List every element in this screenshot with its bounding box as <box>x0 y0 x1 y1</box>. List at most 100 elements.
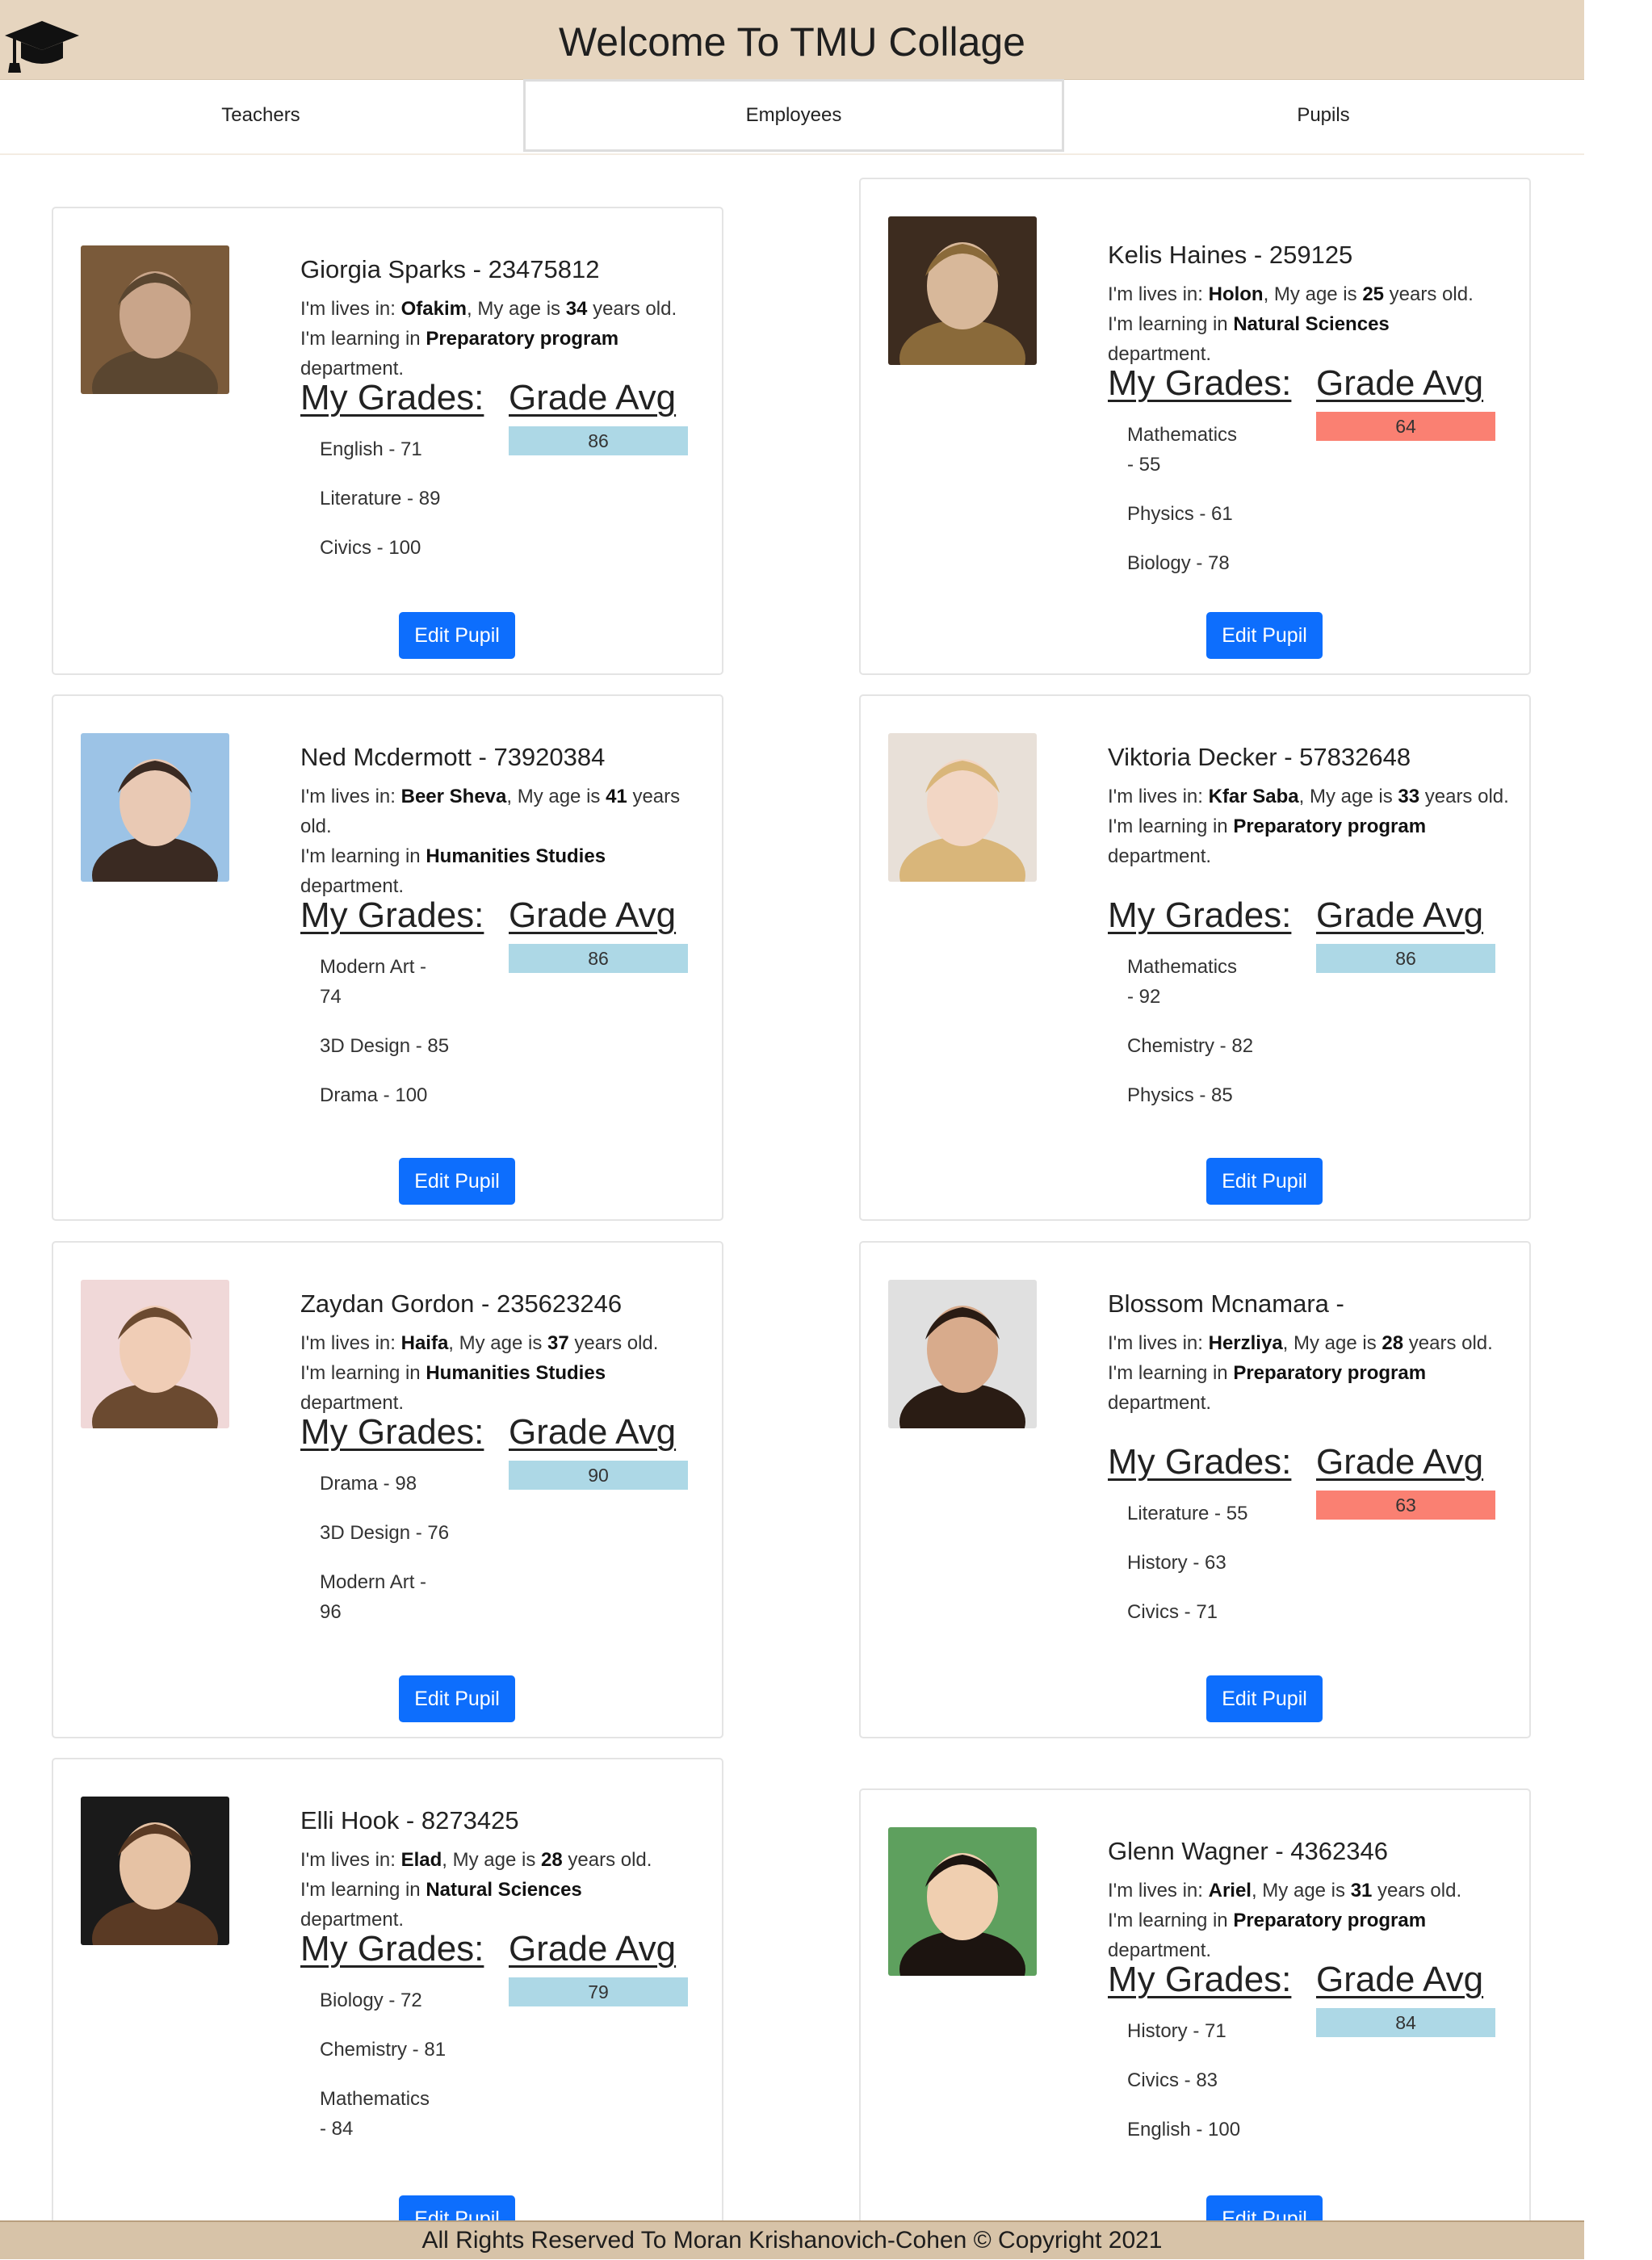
my-grades-heading: My Grades: <box>1108 363 1292 403</box>
pupil-info: Viktoria Decker - 57832648 I'm lives in: … <box>1108 696 1513 1222</box>
grade-item: Civics - 83 <box>1127 2069 1218 2091</box>
pupil-department: Preparatory program <box>1233 1362 1427 1384</box>
grade-item: Mathematics - 84 <box>320 2088 430 2140</box>
pupil-details: I'm lives in: Ariel, My age is 31 years … <box>1108 1880 1462 1961</box>
grade-item: 3D Design - 85 <box>320 1035 450 1057</box>
pupil-age: 37 <box>547 1332 569 1354</box>
pupil-photo <box>81 1280 229 1428</box>
pupil-card: Giorgia Sparks - 23475812 I'm lives in: O… <box>52 207 723 675</box>
pupil-age: 34 <box>565 298 588 320</box>
my-grades-heading: My Grades: <box>1108 895 1292 935</box>
pupil-city: Herzliya <box>1208 1332 1283 1354</box>
grade-item: Chemistry - 82 <box>1127 1035 1254 1057</box>
grade-avg-badge: 79 <box>509 1977 688 2006</box>
grade-avg-badge: 64 <box>1316 412 1495 441</box>
pupil-photo <box>888 216 1037 365</box>
pupil-info: Zaydan Gordon - 235623246 I'm lives in: H… <box>300 1243 706 1740</box>
grade-item: Physics - 61 <box>1127 503 1233 525</box>
grade-avg-heading: Grade Avg <box>1316 895 1484 935</box>
pupil-city: Ofakim <box>400 298 467 320</box>
grade-item: English - 71 <box>320 438 422 460</box>
pupil-photo <box>888 1827 1037 1976</box>
pupil-name: Elli Hook - 8273425 <box>300 1806 519 1834</box>
edit-pupil-button[interactable]: Edit Pupil <box>1206 612 1323 659</box>
page-title: Welcome To TMU Collage <box>558 19 1025 65</box>
nav-tabs: Teachers Employees Pupils <box>0 79 1584 155</box>
grade-avg-badge: 86 <box>509 944 688 973</box>
grade-item: History - 63 <box>1127 1552 1226 1574</box>
grade-item: Drama - 98 <box>320 1473 417 1495</box>
pupil-department: Preparatory program <box>426 328 619 350</box>
pupil-department: Preparatory program <box>1233 1910 1427 1931</box>
pupil-name: Zaydan Gordon - 235623246 <box>300 1289 623 1318</box>
grade-item: English - 100 <box>1127 2119 1241 2141</box>
my-grades-heading: My Grades: <box>300 1929 484 1969</box>
grade-avg-heading: Grade Avg <box>509 895 677 935</box>
grade-item: Modern Art - 96 <box>320 1571 427 1623</box>
pupil-city: Elad <box>400 1849 442 1871</box>
edit-pupil-button[interactable]: Edit Pupil <box>399 1158 515 1205</box>
pupil-city: Beer Sheva <box>400 786 507 807</box>
grade-item: Civics - 100 <box>320 537 421 559</box>
grade-item: Modern Art - 74 <box>320 956 427 1008</box>
pupil-details: I'm lives in: Kfar Saba, My age is 33 ye… <box>1108 786 1509 867</box>
pupil-photo <box>81 733 229 882</box>
grade-avg-heading: Grade Avg <box>1316 363 1484 403</box>
grade-avg-heading: Grade Avg <box>1316 1442 1484 1482</box>
pupil-card: Elli Hook - 8273425 I'm lives in: Elad, M… <box>52 1758 723 2258</box>
grade-avg-heading: Grade Avg <box>1316 1960 1484 1999</box>
tab-pupils[interactable]: Pupils <box>1063 79 1584 152</box>
pupil-name: Blossom Mcnamara - <box>1108 1289 1344 1318</box>
pupil-name: Viktoria Decker - 57832648 <box>1108 743 1411 771</box>
pupil-age: 25 <box>1362 283 1385 305</box>
pupil-name: Kelis Haines - 259125 <box>1108 241 1353 269</box>
pupil-department: Humanities Studies <box>426 845 606 867</box>
my-grades-heading: My Grades: <box>300 895 484 935</box>
pupil-card: Glenn Wagner - 4362346 I'm lives in: Arie… <box>859 1788 1531 2258</box>
pupil-city: Haifa <box>400 1332 449 1354</box>
pupil-card: Blossom Mcnamara - I'm lives in: Herzliya… <box>859 1241 1531 1738</box>
grade-avg-heading: Grade Avg <box>509 378 677 417</box>
pupil-info: Glenn Wagner - 4362346 I'm lives in: Arie… <box>1108 1790 1513 2260</box>
pupil-city: Kfar Saba <box>1208 786 1299 807</box>
edit-pupil-button[interactable]: Edit Pupil <box>1206 1158 1323 1205</box>
grade-item: Mathematics - 55 <box>1127 424 1238 476</box>
pupil-age: 33 <box>1398 786 1420 807</box>
pupil-age: 28 <box>1382 1332 1404 1354</box>
my-grades-heading: My Grades: <box>1108 1442 1292 1482</box>
grade-item: Biology - 72 <box>320 1990 422 2011</box>
grade-avg-heading: Grade Avg <box>509 1412 677 1452</box>
pupil-department: Humanities Studies <box>426 1362 606 1384</box>
pupil-card: Zaydan Gordon - 235623246 I'm lives in: H… <box>52 1241 723 1738</box>
pupil-photo <box>888 733 1037 882</box>
pupil-details: I'm lives in: Herzliya, My age is 28 yea… <box>1108 1332 1493 1414</box>
tab-teachers[interactable]: Teachers <box>0 79 522 152</box>
grade-item: Physics - 85 <box>1127 1084 1233 1106</box>
grade-avg-badge: 63 <box>1316 1491 1495 1520</box>
pupil-name: Ned Mcdermott - 73920384 <box>300 743 606 771</box>
grade-avg-badge: 90 <box>509 1461 688 1490</box>
grade-item: History - 71 <box>1127 2020 1226 2042</box>
pupil-photo <box>81 1797 229 1945</box>
tab-employees[interactable]: Employees <box>523 79 1064 152</box>
pupil-details: I'm lives in: Beer Sheva, My age is 41 y… <box>300 786 681 897</box>
pupil-details: I'm lives in: Ofakim, My age is 34 years… <box>300 298 677 379</box>
pupil-age: 31 <box>1350 1880 1373 1902</box>
grade-item: Literature - 55 <box>1127 1503 1248 1524</box>
edit-pupil-button[interactable]: Edit Pupil <box>1206 1675 1323 1722</box>
pupil-photo <box>888 1280 1037 1428</box>
pupil-name: Giorgia Sparks - 23475812 <box>300 255 600 283</box>
grade-item: Literature - 89 <box>320 488 441 509</box>
pupil-photo <box>81 245 229 394</box>
pupil-info: Kelis Haines - 259125 I'm lives in: Holon… <box>1108 194 1513 677</box>
pupil-department: Natural Sciences <box>426 1879 582 1901</box>
grade-item: Mathematics - 92 <box>1127 956 1238 1008</box>
grade-item: Chemistry - 81 <box>320 2039 447 2061</box>
pupil-card: Kelis Haines - 259125 I'm lives in: Holon… <box>859 178 1531 675</box>
edit-pupil-button[interactable]: Edit Pupil <box>399 612 515 659</box>
edit-pupil-button[interactable]: Edit Pupil <box>399 1675 515 1722</box>
pupil-age: 28 <box>541 1849 563 1871</box>
pupil-info: Elli Hook - 8273425 I'm lives in: Elad, M… <box>300 1759 706 2260</box>
pupil-details: I'm lives in: Holon, My age is 25 years … <box>1108 283 1474 365</box>
pupil-card: Ned Mcdermott - 73920384 I'm lives in: Be… <box>52 694 723 1221</box>
